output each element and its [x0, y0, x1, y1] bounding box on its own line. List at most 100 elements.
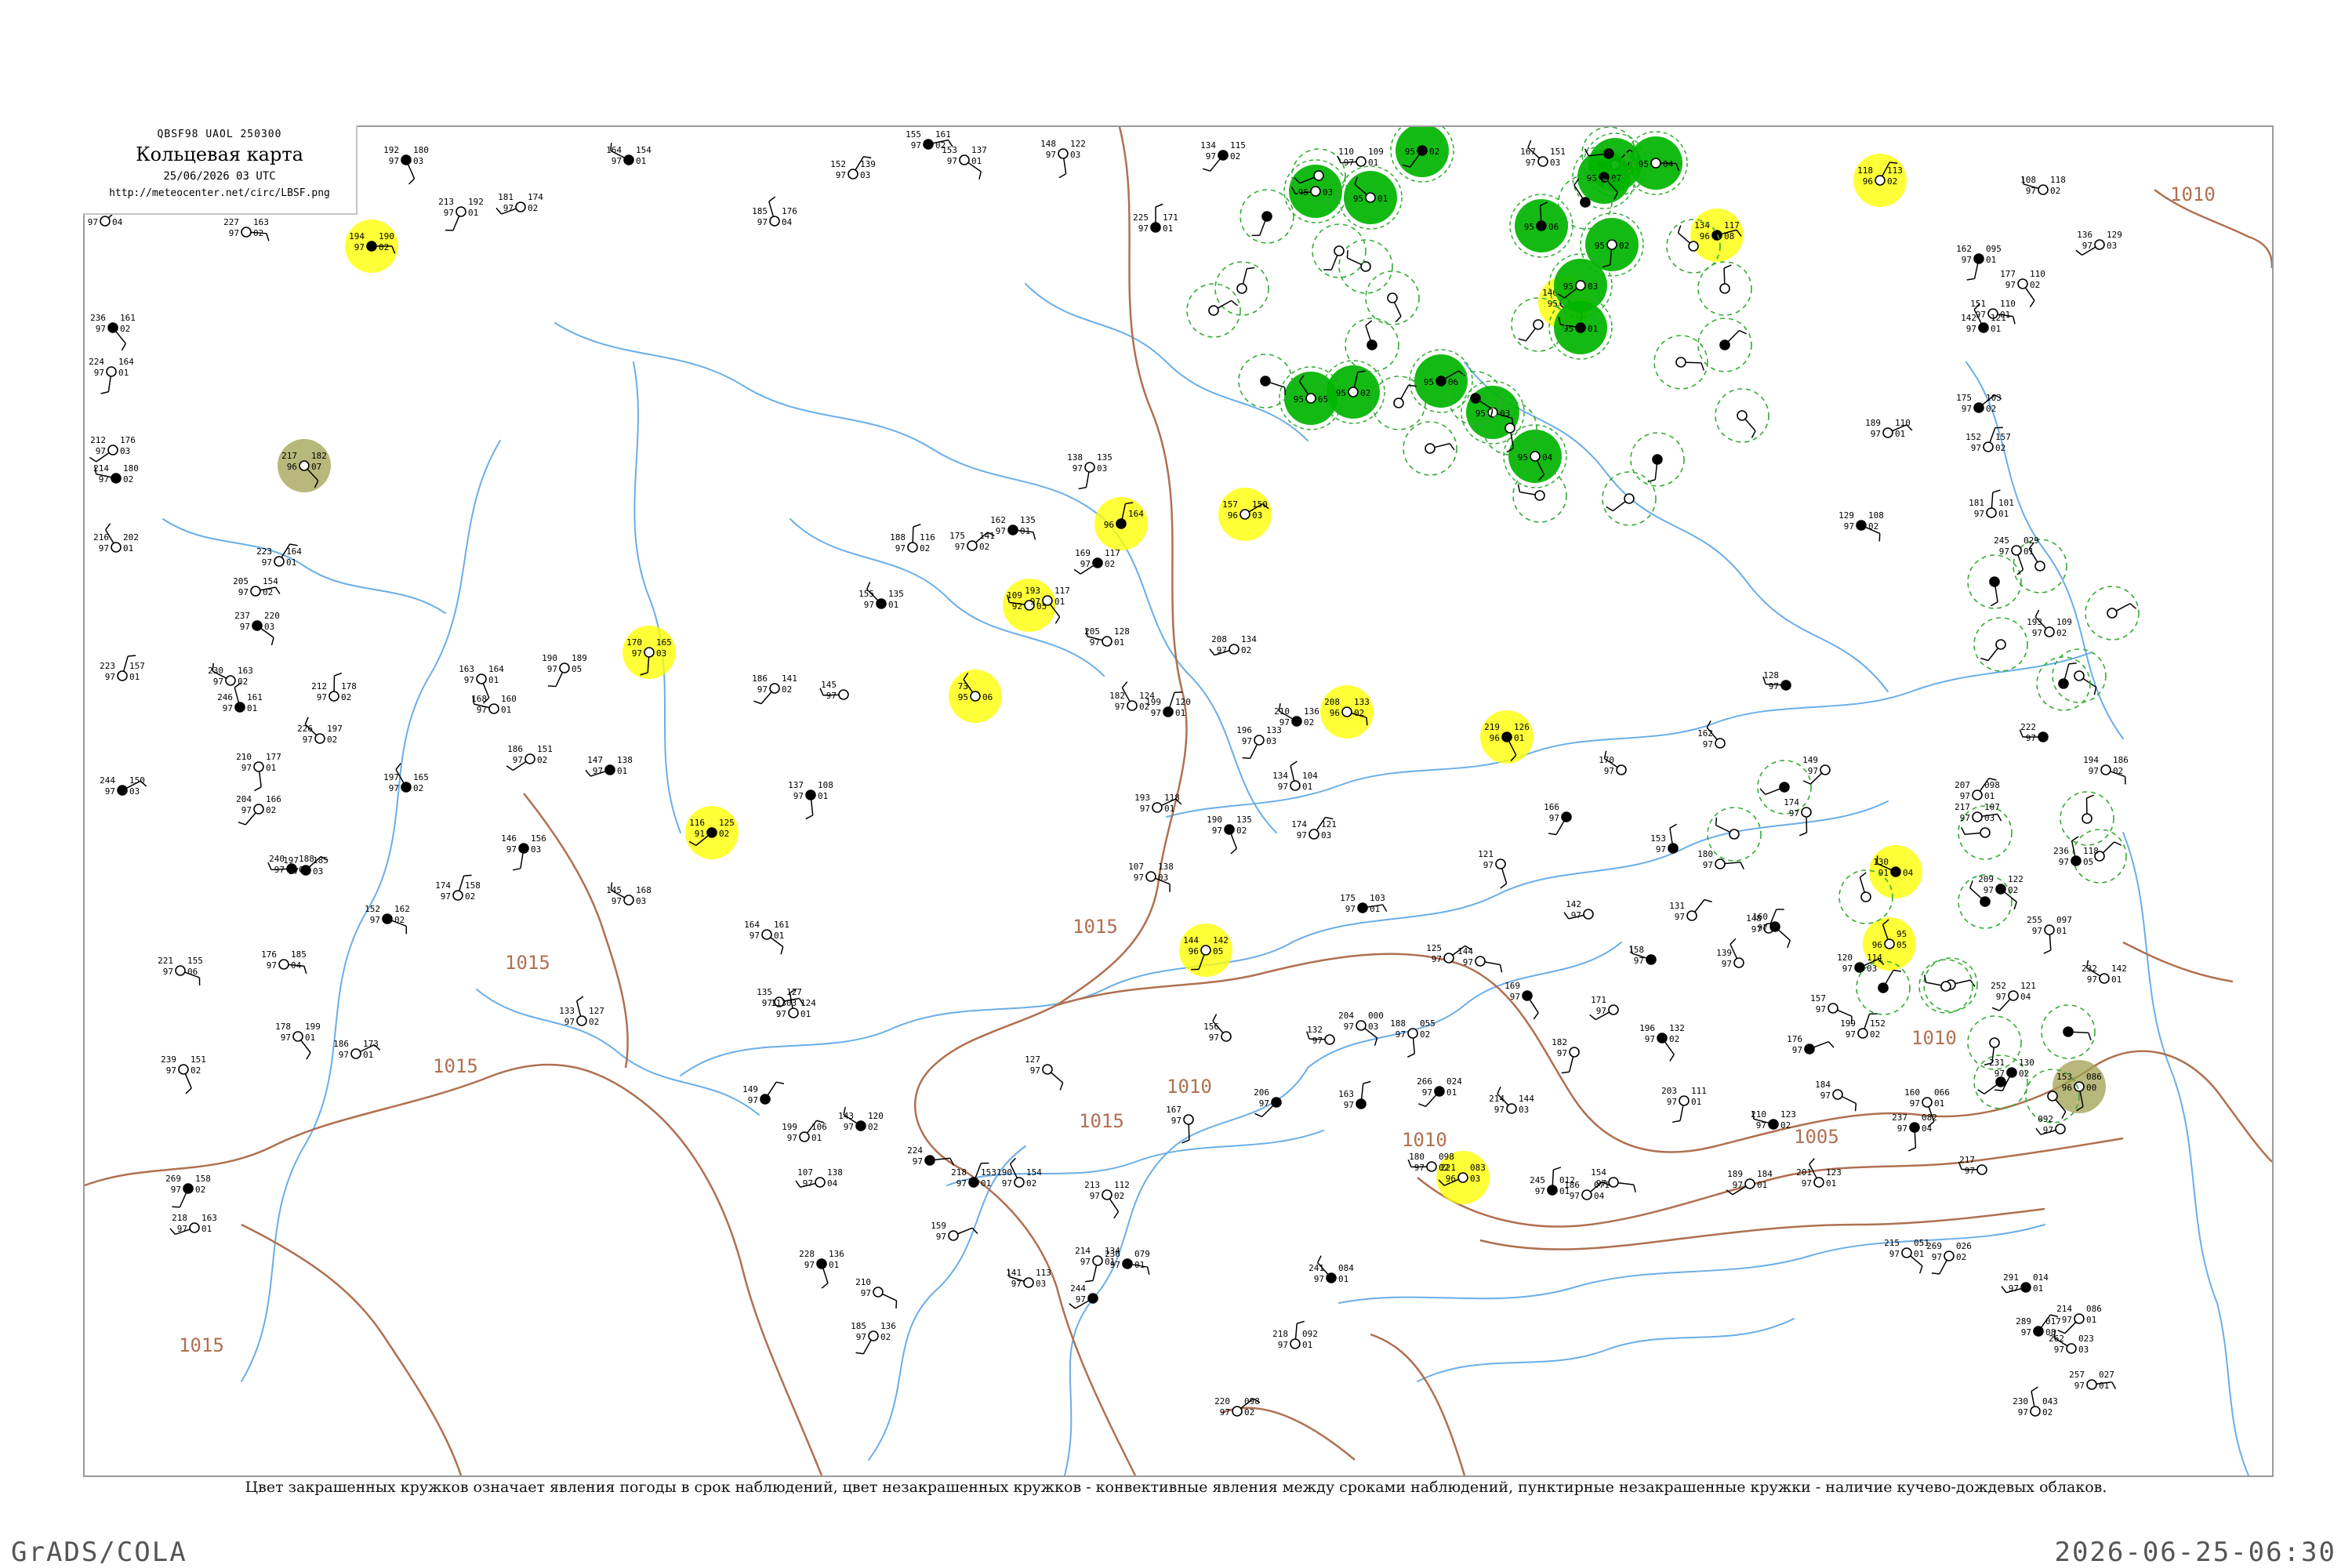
station-plot[interactable]: 212 176 97 03 [89, 435, 136, 463]
station-plot[interactable]: 147 138 97 01 [585, 755, 633, 777]
station-plot[interactable]: 15397 [1650, 823, 1679, 855]
station-plot[interactable]: 230 043 97 02 [2013, 1386, 2058, 1417]
station-plot[interactable]: 134 104 97 01 [1272, 760, 1318, 792]
station-plot[interactable]: 232 142 97 01 [2082, 960, 2127, 985]
station-plot[interactable]: 21797 [1958, 1155, 1987, 1176]
station-plot[interactable] [1697, 318, 1752, 372]
station-plot[interactable]: 175 103 97 02 [1956, 393, 2002, 414]
station-plot[interactable]: 203 111 97 01 [1661, 1086, 1707, 1123]
station-plot[interactable]: 176 185 97 04 [261, 949, 307, 975]
station-plot[interactable]: 181 101 97 01 [1969, 489, 2014, 519]
station-plot[interactable]: 17197 [1589, 995, 1619, 1021]
station-plot[interactable] [1240, 189, 1294, 244]
station-plot[interactable]: 207 098 97 01 [1955, 777, 2000, 801]
station-plot[interactable]: 164 154 97 01 [606, 143, 652, 166]
station-plot[interactable]: 244 150 97 03 [100, 775, 147, 797]
station-plot[interactable]: 22297 [2019, 722, 2049, 743]
station-plot[interactable]: 95 02 [1390, 127, 1454, 183]
station-plot[interactable]: 152 162 97 02 [365, 904, 410, 935]
station-plot[interactable]: 16397 [1338, 1080, 1371, 1110]
station-plot[interactable]: 17097 [1599, 750, 1627, 776]
station-plot[interactable]: 09297 [2035, 1114, 2066, 1135]
station-plot[interactable]: 188 116 97 02 [890, 524, 935, 554]
station-plot[interactable] [1918, 959, 1973, 1014]
station-plot[interactable]: 269 02697 02 [1926, 1241, 1972, 1275]
station-plot[interactable]: 13197 [1669, 898, 1712, 922]
station-plot[interactable]: 152 139 97 03 [830, 155, 876, 180]
station-plot[interactable]: 116 125 91 02 [685, 806, 739, 859]
station-plot[interactable]: 196 13397 03 [1236, 725, 1282, 760]
station-plot[interactable]: 218 163 97 01 [169, 1213, 217, 1236]
station-plot[interactable]: 246 161 97 01 [217, 682, 263, 713]
station-plot[interactable]: 193 118 97 01 [1134, 793, 1182, 814]
station-plot[interactable]: 95 04 [1503, 424, 1567, 488]
station-plot[interactable]: 12797 [1025, 1054, 1064, 1091]
station-plot[interactable]: 95 02 [1321, 360, 1385, 424]
station-plot[interactable]: 197 165 97 02 [383, 763, 429, 793]
station-plot[interactable]: 18497 [1815, 1080, 1857, 1112]
station-plot[interactable]: 168 16097 01 [471, 694, 517, 715]
station-plot[interactable]: 237 220 97 03 [234, 611, 280, 646]
station-plot[interactable]: 95 01 [1338, 165, 1403, 230]
station-plot[interactable]: 145 168 97 03 [606, 882, 652, 906]
station-plot[interactable]: 95 03 [1461, 380, 1525, 445]
station-plot[interactable]: 164 96 [1094, 497, 1148, 550]
station-plot[interactable]: 129 108 97 02 [1838, 510, 1884, 542]
station-plot[interactable]: 228 136 97 01 [799, 1249, 844, 1289]
station-plot[interactable]: 120 114 97 03 [1837, 953, 1885, 974]
station-plot[interactable]: 16697 [1544, 802, 1572, 836]
station-plot[interactable]: 14297 [1563, 899, 1594, 920]
station-plot[interactable]: 153 137 97 01 [942, 145, 987, 180]
station-plot[interactable]: 194 190 97 02 [345, 220, 398, 273]
station-plot[interactable]: 15697 [1203, 1014, 1232, 1043]
station-plot[interactable]: 218 092 97 01 [1272, 1320, 1318, 1350]
station-plot[interactable]: 201 123 97 01 [1796, 1157, 1842, 1189]
station-plot[interactable]: 255 097 97 01 [2027, 915, 2072, 954]
station-plot[interactable]: 192 180 97 03 [383, 145, 429, 185]
station-plot[interactable]: 133 127 97 02 [559, 996, 604, 1027]
station-plot[interactable] [1630, 432, 1685, 487]
station-plot[interactable]: 170 165 97 03 [622, 626, 676, 679]
station-plot[interactable]: 225 171 97 01 [1133, 203, 1178, 234]
station-plot[interactable]: 210 177 97 01 [236, 752, 281, 792]
station-plot[interactable]: 162 095 97 01 [1956, 244, 2002, 281]
station-plot[interactable]: 134 115 97 02 [1200, 140, 1246, 172]
station-plot[interactable]: 174 121 97 03 [1291, 816, 1337, 840]
station-plot[interactable]: 186 141 97 02 [752, 673, 797, 705]
station-plot[interactable] [1186, 283, 1241, 338]
station-plot[interactable] [1345, 318, 1399, 372]
station-plot[interactable]: 169 117 97 02 [1073, 548, 1120, 575]
station-plot[interactable]: 137 108 97 01 [788, 780, 833, 820]
station-plot[interactable] [1653, 335, 1708, 390]
station-plot[interactable]: 289 017 97 08 [2016, 1314, 2061, 1338]
station-plot[interactable]: 141 113 97 03 [1006, 1268, 1051, 1289]
station-plot[interactable] [1715, 388, 1769, 443]
station-plot[interactable] [1365, 270, 1420, 325]
station-plot[interactable]: 189 110 97 01 [1865, 418, 1913, 439]
station-plot[interactable]: 95 01 [1548, 296, 1613, 360]
station-plot[interactable]: 175 141 97 02 [949, 531, 995, 552]
station-plot[interactable]: 167 151 97 03 [1520, 140, 1566, 168]
station-plot[interactable]: 152 157 97 02 [1965, 426, 2011, 453]
station-plot[interactable]: 107 138 97 03 [1128, 862, 1174, 892]
station-plot[interactable]: 213 192 97 01 [438, 197, 484, 231]
station-plot[interactable]: 224 164 97 01 [89, 357, 134, 394]
source-url[interactable]: http://meteocenter.net/circ/LBSF.png [83, 187, 356, 199]
station-plot[interactable]: 291 014 97 01 [2001, 1272, 2049, 1294]
station-plot[interactable]: 13297 [1306, 1025, 1335, 1046]
station-plot[interactable]: 212 178 97 02 [311, 672, 357, 702]
station-plot[interactable]: 16797 [1166, 1105, 1194, 1144]
station-plot[interactable]: 14497 [1457, 946, 1503, 973]
station-plot[interactable]: 7395 06 [949, 670, 1002, 723]
station-plot[interactable]: 257 027 97 01 [2069, 1370, 2117, 1391]
station-plot[interactable]: 138 135 97 03 [1067, 452, 1112, 490]
station-plot[interactable]: 14997 [1802, 755, 1831, 785]
station-plot[interactable]: 217 107 97 03 [1955, 802, 2002, 823]
station-plot[interactable]: 174 158 97 02 [435, 874, 481, 902]
station-plot[interactable]: 213 112 97 02 [1084, 1180, 1130, 1219]
station-plot[interactable]: 175 103 97 01 [1340, 893, 1388, 914]
station-plot[interactable]: 193 109 97 02 [2027, 609, 2072, 638]
station-plot[interactable] [2072, 829, 2127, 884]
station-plot[interactable]: 14997 [742, 1081, 785, 1105]
station-plot[interactable]: 214 180 97 02 [93, 463, 139, 485]
